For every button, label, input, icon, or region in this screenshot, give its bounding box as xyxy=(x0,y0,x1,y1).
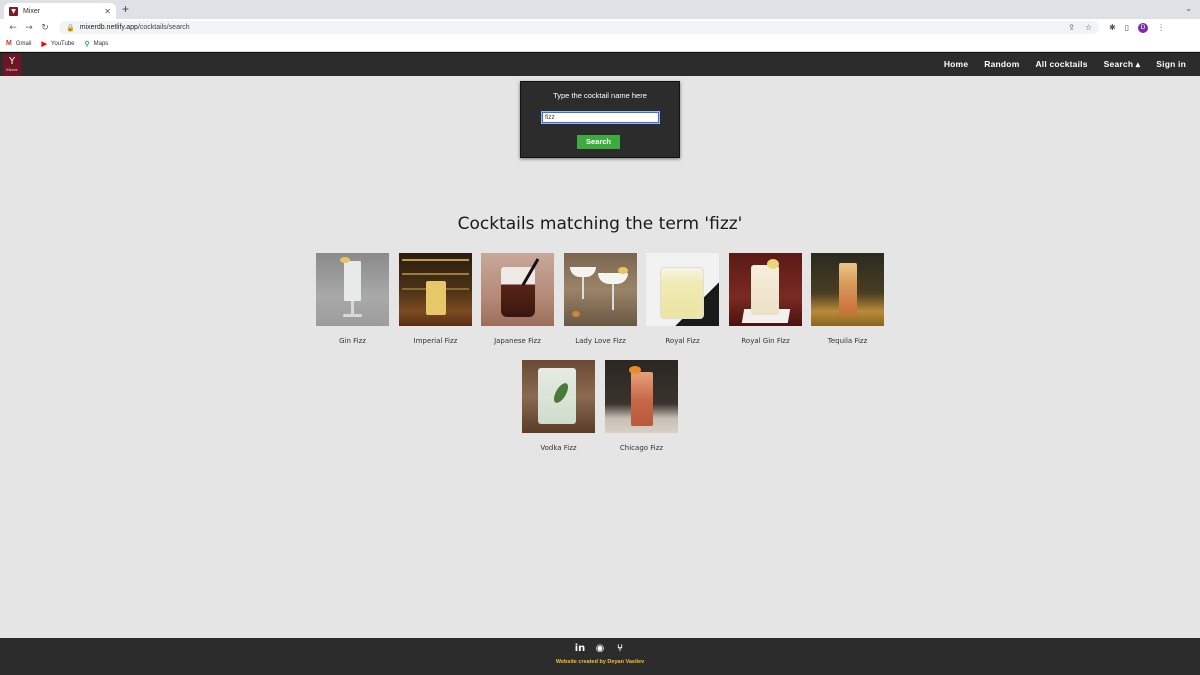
cocktail-card-royal-fizz[interactable]: Royal Fizz xyxy=(646,253,719,345)
cocktail-card-royal-gin-fizz[interactable]: Royal Gin Fizz xyxy=(729,253,802,345)
url-text: mixerdb.netlify.app/cocktails/search xyxy=(79,24,190,31)
results-title: Cocktails matching the term 'fizz' xyxy=(457,214,743,234)
cocktail-glass-icon: Y xyxy=(8,56,16,67)
cocktail-name[interactable]: Chicago Fizz xyxy=(585,444,698,452)
nav-all-cocktails[interactable]: All cocktails xyxy=(1027,59,1095,70)
cocktail-image[interactable] xyxy=(811,253,884,326)
site-navbar: Y Mixer Home Random All cocktails Search… xyxy=(0,52,1200,76)
nav-random[interactable]: Random xyxy=(976,59,1027,70)
cocktail-image[interactable] xyxy=(522,360,595,433)
github-icon[interactable]: ◉ xyxy=(594,643,606,654)
browser-toolbar: ← → ↻ 🔒 mixerdb.netlify.app/cocktails/se… xyxy=(0,19,1200,36)
nav-sign-in[interactable]: Sign in xyxy=(1148,59,1194,70)
close-icon[interactable]: ✕ xyxy=(104,7,111,16)
tab-title: Mixer xyxy=(23,7,41,15)
new-tab-icon[interactable]: + xyxy=(122,2,129,16)
nav-home[interactable]: Home xyxy=(936,59,976,70)
gmail-icon: M xyxy=(6,40,12,47)
cocktail-image[interactable] xyxy=(729,253,802,326)
nav-links: Home Random All cocktails Search ▴ Sign … xyxy=(936,59,1200,70)
site-footer: in ◉ ⑂ Website created by Deyan Vasilev xyxy=(0,638,1200,675)
extensions-icon[interactable]: ✱ xyxy=(1109,23,1116,32)
social-links: in ◉ ⑂ xyxy=(0,643,1200,654)
cocktail-name[interactable]: Tequila Fizz xyxy=(791,337,904,345)
cocktail-card-chicago-fizz[interactable]: Chicago Fizz xyxy=(605,360,678,452)
search-label: Type the cocktail name here xyxy=(553,91,647,100)
profile-avatar[interactable]: D xyxy=(1138,22,1149,33)
youtube-icon: ▶ xyxy=(41,40,47,48)
star-icon[interactable]: ☆ xyxy=(1085,23,1092,32)
reload-icon[interactable]: ↻ xyxy=(37,23,53,33)
cocktail-image[interactable] xyxy=(564,253,637,326)
cocktail-image[interactable] xyxy=(646,253,719,326)
address-bar[interactable]: 🔒 mixerdb.netlify.app/cocktails/search ⇪… xyxy=(59,21,1099,34)
search-panel: Type the cocktail name here Search xyxy=(520,81,680,158)
sidepanel-icon[interactable]: ▯ xyxy=(1125,23,1129,32)
bookmark-gmail[interactable]: M Gmail xyxy=(6,40,32,47)
chevron-down-icon[interactable]: ⌄ xyxy=(1185,4,1192,13)
cocktail-image[interactable] xyxy=(399,253,472,326)
lock-icon[interactable]: 🔒 xyxy=(66,24,75,32)
maps-icon: ⚲ xyxy=(84,40,90,48)
cocktail-card-tequila-fizz[interactable]: Tequila Fizz xyxy=(811,253,884,345)
cocktail-card-imperial-fizz[interactable]: Imperial Fizz xyxy=(399,253,472,345)
cocktail-image[interactable] xyxy=(605,360,678,433)
browser-tab[interactable]: ▼ Mixer ✕ xyxy=(4,3,116,19)
cocktail-image[interactable] xyxy=(481,253,554,326)
linkedin-icon[interactable]: in xyxy=(574,643,586,654)
forward-icon[interactable]: → xyxy=(21,23,37,33)
cocktail-card-vodka-fizz[interactable]: Vodka Fizz xyxy=(522,360,595,452)
cocktail-image[interactable] xyxy=(316,253,389,326)
back-icon[interactable]: ← xyxy=(5,23,21,33)
bookmark-maps[interactable]: ⚲ Maps xyxy=(84,40,108,48)
cocktail-card-lady-love-fizz[interactable]: Lady Love Fizz xyxy=(564,253,637,345)
menu-icon[interactable]: ⋮ xyxy=(1157,23,1165,32)
search-input[interactable] xyxy=(541,111,660,124)
browser-tabstrip: ▼ Mixer ✕ + ⌄ xyxy=(0,0,1200,19)
bookmarks-bar: M Gmail ▶ YouTube ⚲ Maps xyxy=(0,36,1200,52)
footer-credit: Website created by Deyan Vasilev xyxy=(555,659,645,665)
bookmark-youtube[interactable]: ▶ YouTube xyxy=(42,40,75,48)
cocktail-card-japanese-fizz[interactable]: Japanese Fizz xyxy=(481,253,554,345)
share-icon[interactable]: ⇪ xyxy=(1068,23,1075,32)
git-icon[interactable]: ⑂ xyxy=(614,643,626,654)
search-button[interactable]: Search xyxy=(577,135,620,149)
favicon-icon: ▼ xyxy=(9,6,18,16)
cocktail-card-gin-fizz[interactable]: Gin Fizz xyxy=(316,253,389,345)
nav-search[interactable]: Search ▴ xyxy=(1096,59,1149,70)
site-logo[interactable]: Y Mixer xyxy=(3,53,21,76)
